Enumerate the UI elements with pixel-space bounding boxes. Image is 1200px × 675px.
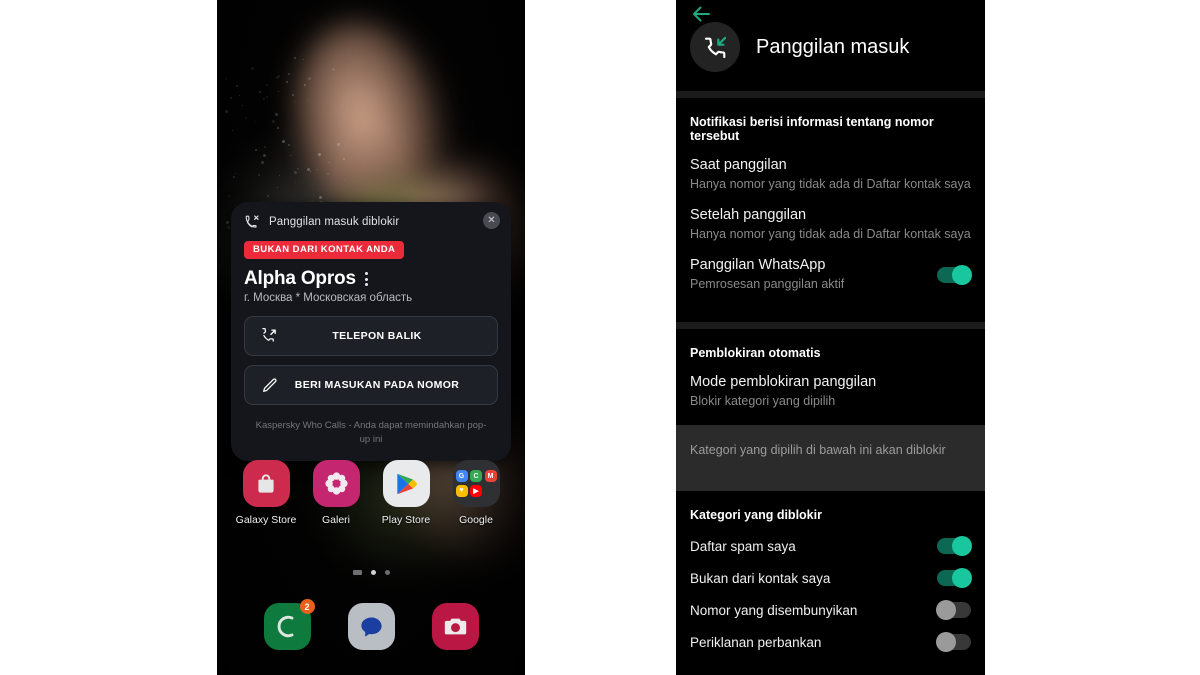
popup-footer-note: Kaspersky Who Calls - Anda dapat meminda… xyxy=(255,420,487,445)
row-periklanan-perbankan[interactable]: Periklanan perbankan xyxy=(676,618,985,652)
app-galaxy-store[interactable]: Galaxy Store xyxy=(235,460,297,526)
row-subtitle: Hanya nomor yang tidak ada di Daftar kon… xyxy=(690,177,971,191)
more-vertical-icon[interactable] xyxy=(364,272,368,286)
page-dot-3[interactable] xyxy=(384,570,390,575)
row-title: Panggilan WhatsApp xyxy=(690,257,826,273)
settings-header: Panggilan masuk xyxy=(676,0,985,72)
scrollbar[interactable] xyxy=(982,100,984,675)
play-triangle-icon xyxy=(382,460,430,507)
row-title: Setelah panggilan xyxy=(690,207,807,223)
row-title: Mode pemblokiran panggilan xyxy=(690,374,877,390)
row-subtitle: Hanya nomor yang tidak ada di Daftar kon… xyxy=(690,227,971,241)
message-bubble-icon[interactable] xyxy=(347,603,395,650)
camera-icon[interactable] xyxy=(431,603,479,650)
autoblock-note-band: Kategori yang dipilih di bawah ini akan … xyxy=(676,425,985,491)
give-feedback-button[interactable]: BERI MASUKAN PADA NOMOR xyxy=(244,365,498,405)
popup-badge-wrap: BUKAN DARI KONTAK ANDA xyxy=(231,230,511,259)
shopping-bag-icon xyxy=(242,460,290,507)
pencil-icon xyxy=(261,377,278,394)
row-subtitle: Pemrosesan panggilan aktif xyxy=(690,277,845,291)
row-panggilan-whatsapp[interactable]: Panggilan WhatsApp Pemrosesan panggilan … xyxy=(676,243,985,293)
section-divider-2 xyxy=(676,322,985,329)
section-divider-1 xyxy=(676,91,985,98)
category-label: Daftar spam saya xyxy=(690,538,796,554)
google-mini-icon-3: M xyxy=(484,470,497,483)
app-galeri[interactable]: Galeri xyxy=(307,460,365,526)
category-label: Bukan dari kontak saya xyxy=(690,570,831,586)
section-title-notification: Notifikasi berisi informasi tentang nomo… xyxy=(690,115,934,143)
row-setelah-panggilan[interactable]: Setelah panggilan Hanya nomor yang tidak… xyxy=(676,193,985,243)
status-badge: BUKAN DARI KONTAK ANDA xyxy=(244,241,405,259)
close-icon[interactable]: ✕ xyxy=(483,212,500,229)
screenshot-stage: Panggilan masuk diblokir ✕ BUKAN DARI KO… xyxy=(0,0,1200,675)
caller-name: Alpha Opros xyxy=(244,268,356,289)
toggle-panggilan-whatsapp[interactable] xyxy=(937,264,972,285)
row-saat-panggilan[interactable]: Saat panggilan Hanya nomor yang tidak ad… xyxy=(676,143,985,193)
missed-call-icon xyxy=(244,214,260,230)
google-mini-icon-4: ♥ xyxy=(455,484,468,497)
popup-actions: TELEPON BALIK BERI MASUKAN PADA NOMOR xyxy=(231,304,511,405)
row-mode-pemblokiran[interactable]: Mode pemblokiran panggilan Blokir katego… xyxy=(676,360,985,410)
popup-header-title: Panggilan masuk diblokir xyxy=(269,216,400,228)
section-title-autoblock: Pemblokiran otomatis xyxy=(690,346,821,360)
home-app-row: Galaxy Store Galeri Play Store G C M ♥ ▶… xyxy=(217,460,525,526)
page-dot-apps[interactable] xyxy=(352,570,362,575)
call-back-icon xyxy=(261,327,278,345)
give-feedback-label: BERI MASUKAN PADA NOMOR xyxy=(294,379,460,391)
app-label: Galeri xyxy=(321,514,350,526)
google-mini-icon-5: ▶ xyxy=(470,484,482,497)
settings-panel: Panggilan masuk Notifikasi berisi inform… xyxy=(676,0,985,675)
page-indicator[interactable] xyxy=(217,570,525,575)
call-back-button[interactable]: TELEPON BALIK xyxy=(244,316,498,356)
toggle-nomor-yang-disembunyikan[interactable] xyxy=(936,600,971,620)
app-label: Play Store xyxy=(381,514,431,526)
category-label: Periklanan perbankan xyxy=(690,634,822,650)
caller-location: г. Москва * Московская область xyxy=(244,292,413,304)
row-daftar-spam-saya[interactable]: Daftar spam saya xyxy=(676,522,985,556)
contacts-icon[interactable]: 2 xyxy=(263,599,315,650)
app-play-store[interactable]: Play Store xyxy=(377,460,435,526)
flower-icon xyxy=(312,460,360,507)
category-label: Nomor yang disembunyikan xyxy=(690,602,858,618)
phone-screenshot-panel: Panggilan masuk diblokir ✕ BUKAN DARI KO… xyxy=(217,0,525,675)
caller-row: Alpha Opros xyxy=(231,259,511,290)
page-title: Panggilan masuk xyxy=(756,35,910,58)
google-mini-icon-1: G xyxy=(455,470,468,483)
folder-google-icon: G C M ♥ ▶ xyxy=(452,460,500,507)
app-label: Google xyxy=(459,514,493,526)
toggle-bukan-dari-kontak-saya[interactable] xyxy=(937,568,972,588)
app-google-folder[interactable]: G C M ♥ ▶ Google xyxy=(447,460,505,526)
row-bukan-dari-kontak-saya[interactable]: Bukan dari kontak saya xyxy=(676,554,985,588)
toggle-periklanan-perbankan[interactable] xyxy=(936,632,971,652)
row-subtitle: Blokir kategori yang dipilih xyxy=(690,394,836,408)
call-back-label: TELEPON BALIK xyxy=(332,330,422,342)
notification-badge: 2 xyxy=(299,599,315,614)
popup-header: Panggilan masuk diblokir ✕ xyxy=(231,202,511,230)
back-arrow-icon[interactable] xyxy=(689,2,713,26)
row-nomor-yang-disembunyikan[interactable]: Nomor yang disembunyikan xyxy=(676,586,985,620)
page-dot-home[interactable] xyxy=(370,570,376,575)
row-title: Saat panggilan xyxy=(690,157,787,173)
google-folder-minis: G C M ♥ ▶ xyxy=(455,470,497,497)
blocked-call-popup[interactable]: Panggilan masuk diblokir ✕ BUKAN DARI KO… xyxy=(231,202,511,461)
incoming-call-icon xyxy=(690,22,740,72)
home-dock: 2 xyxy=(217,599,525,650)
section-title-blocked: Kategori yang diblokir xyxy=(690,508,822,522)
app-label: Galaxy Store xyxy=(235,514,297,526)
google-mini-icon-2: C xyxy=(470,470,482,483)
toggle-daftar-spam-saya[interactable] xyxy=(937,536,972,556)
autoblock-note-text: Kategori yang dipilih di bawah ini akan … xyxy=(690,443,946,457)
